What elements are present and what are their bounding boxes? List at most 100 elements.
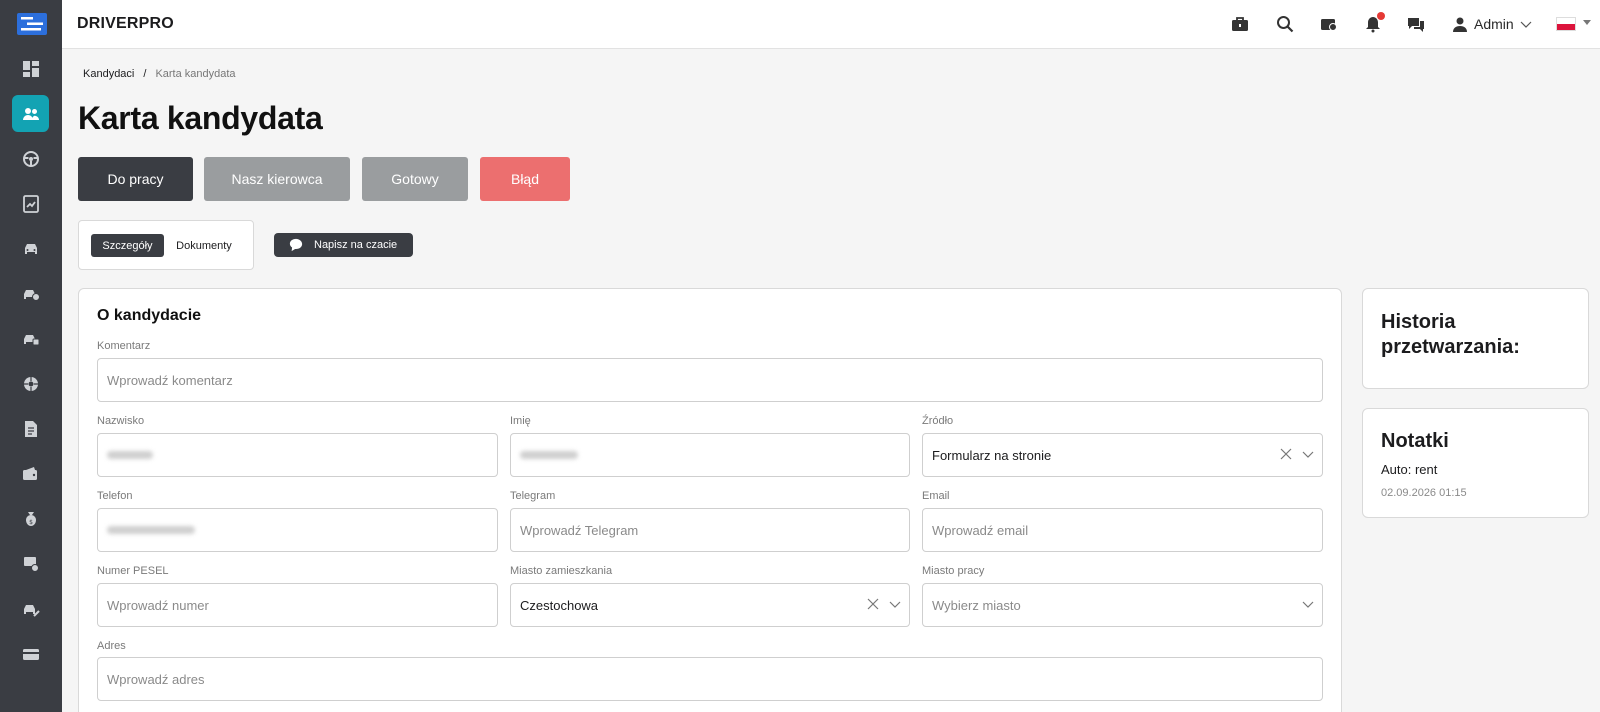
comment-input[interactable]: Wprowadź komentarz bbox=[97, 358, 1323, 402]
notes-title: Notatki bbox=[1381, 430, 1449, 452]
users-icon bbox=[22, 107, 39, 120]
svg-text:$: $ bbox=[29, 519, 33, 526]
note-timestamp: 02.09.2026 01:15 bbox=[1381, 487, 1467, 499]
tabs-container: Szczegóły Dokumenty bbox=[78, 220, 254, 270]
document-icon bbox=[24, 420, 37, 437]
last-name-input[interactable] bbox=[97, 433, 498, 477]
write-in-chat-button[interactable]: Napisz na czacie bbox=[274, 233, 413, 257]
clear-icon[interactable] bbox=[867, 598, 879, 610]
sidebar-item-car-settings[interactable] bbox=[12, 545, 49, 582]
email-label: Email bbox=[922, 490, 950, 502]
chat-icon[interactable] bbox=[1406, 14, 1426, 34]
chevron-down-icon bbox=[1520, 21, 1532, 28]
chevron-down-icon[interactable] bbox=[1302, 598, 1314, 610]
chevron-down-icon[interactable] bbox=[889, 598, 901, 610]
pesel-input[interactable]: Wprowadź numer bbox=[97, 583, 498, 627]
source-value: Formularz na stronie bbox=[932, 447, 1052, 463]
user-icon bbox=[1453, 17, 1467, 32]
wallet-icon bbox=[22, 466, 37, 480]
sidebar-item-documents[interactable] bbox=[12, 410, 49, 447]
breadcrumb: Kandydaci / Karta kandydata bbox=[83, 68, 236, 80]
notification-bell-icon[interactable] bbox=[1363, 12, 1385, 34]
source-label: Źródło bbox=[922, 415, 954, 427]
note-text: Auto: rent bbox=[1381, 462, 1438, 477]
sidebar-item-car-finance[interactable] bbox=[12, 275, 49, 312]
car-check-icon bbox=[23, 334, 39, 345]
app-logo-icon[interactable] bbox=[17, 13, 47, 35]
city-residence-value: Czestochowa bbox=[520, 597, 599, 613]
tab-szczegoly[interactable]: Szczegóły bbox=[91, 234, 164, 257]
car-money-icon[interactable] bbox=[1319, 14, 1339, 34]
last-name-value-redacted bbox=[107, 451, 153, 459]
status-button-gotowy[interactable]: Gotowy bbox=[362, 157, 468, 201]
sidebar-item-car-status[interactable] bbox=[12, 320, 49, 357]
briefcase-icon[interactable] bbox=[1230, 14, 1250, 34]
write-in-chat-label: Napisz na czacie bbox=[314, 239, 398, 251]
language-caret-icon[interactable] bbox=[1583, 20, 1591, 25]
clear-icon[interactable] bbox=[1280, 448, 1292, 460]
breadcrumb-parent[interactable]: Kandydaci bbox=[83, 68, 134, 80]
city-work-placeholder: Wybierz miasto bbox=[932, 597, 1021, 613]
money-bag-icon: $ bbox=[25, 511, 36, 526]
notification-badge bbox=[1377, 12, 1385, 20]
car-icon bbox=[24, 243, 37, 254]
user-menu[interactable]: Admin bbox=[1452, 14, 1532, 34]
sidebar-item-cards[interactable] bbox=[12, 635, 49, 672]
first-name-value-redacted bbox=[520, 451, 578, 459]
page-title: Karta kandydata bbox=[78, 100, 323, 136]
steering-wheel-icon bbox=[22, 150, 39, 167]
sidebar-item-drivers[interactable] bbox=[12, 140, 49, 177]
chevron-down-icon[interactable] bbox=[1302, 448, 1314, 460]
status-button-nasz-kierowca[interactable]: Nasz kierowca bbox=[204, 157, 350, 201]
sidebar-item-dashboard[interactable] bbox=[12, 50, 49, 87]
search-icon[interactable] bbox=[1275, 14, 1295, 34]
sidebar-item-cars[interactable] bbox=[12, 230, 49, 267]
source-select[interactable]: Formularz na stronie bbox=[922, 433, 1323, 477]
last-name-label: Nazwisko bbox=[97, 415, 145, 427]
pesel-label: Numer PESEL bbox=[97, 565, 169, 577]
top-header: DRIVERPRO Admin bbox=[62, 0, 1600, 49]
phone-label: Telefon bbox=[97, 490, 133, 502]
telegram-input[interactable]: Wprowadź Telegram bbox=[510, 508, 910, 552]
car-tools-icon bbox=[23, 604, 40, 617]
language-flag-icon[interactable] bbox=[1556, 17, 1576, 31]
chart-icon bbox=[22, 194, 39, 213]
sidebar-item-reports[interactable] bbox=[12, 185, 49, 222]
breadcrumb-current: Karta kandydata bbox=[155, 68, 236, 80]
phone-value-redacted bbox=[107, 526, 195, 534]
sidebar-item-payments[interactable] bbox=[12, 455, 49, 492]
first-name-input[interactable] bbox=[510, 433, 910, 477]
address-input[interactable]: Wprowadź adres bbox=[97, 657, 1323, 701]
app-brand[interactable]: DRIVERPRO bbox=[77, 15, 174, 33]
speech-bubble-icon bbox=[289, 238, 303, 252]
candidate-details-card bbox=[78, 288, 1342, 712]
comment-label: Komentarz bbox=[97, 340, 151, 352]
user-name: Admin bbox=[1474, 16, 1514, 32]
card-icon bbox=[22, 648, 39, 660]
email-input[interactable]: Wprowadź email bbox=[922, 508, 1323, 552]
address-label: Adres bbox=[97, 640, 126, 652]
wheel-icon bbox=[23, 376, 38, 391]
sidebar-item-finance[interactable]: $ bbox=[12, 500, 49, 537]
status-button-blad[interactable]: Błąd bbox=[480, 157, 570, 201]
phone-input[interactable] bbox=[97, 508, 498, 552]
section-title: O kandydacie bbox=[97, 307, 202, 324]
first-name-label: Imię bbox=[510, 415, 531, 427]
city-work-label: Miasto pracy bbox=[922, 565, 985, 577]
history-title: Historia przetwarzania: bbox=[1381, 311, 1520, 358]
history-card: Historia przetwarzania: bbox=[1362, 288, 1589, 389]
sidebar: $ bbox=[0, 0, 62, 712]
city-residence-select[interactable]: Czestochowa bbox=[510, 583, 910, 627]
car-settings-icon bbox=[23, 556, 39, 572]
sidebar-item-service[interactable] bbox=[12, 590, 49, 627]
status-button-do-pracy[interactable]: Do pracy bbox=[78, 157, 193, 201]
car-dollar-icon bbox=[23, 289, 40, 301]
sidebar-item-candidates[interactable] bbox=[12, 95, 49, 132]
dashboard-icon bbox=[22, 60, 39, 77]
tab-dokumenty[interactable]: Dokumenty bbox=[169, 234, 239, 257]
city-work-select[interactable]: Wybierz miasto bbox=[922, 583, 1323, 627]
notes-card: Notatki Auto: rent 02.09.2026 01:15 bbox=[1362, 408, 1589, 518]
breadcrumb-separator: / bbox=[143, 68, 147, 80]
telegram-label: Telegram bbox=[510, 490, 556, 502]
sidebar-item-tires[interactable] bbox=[12, 365, 49, 402]
